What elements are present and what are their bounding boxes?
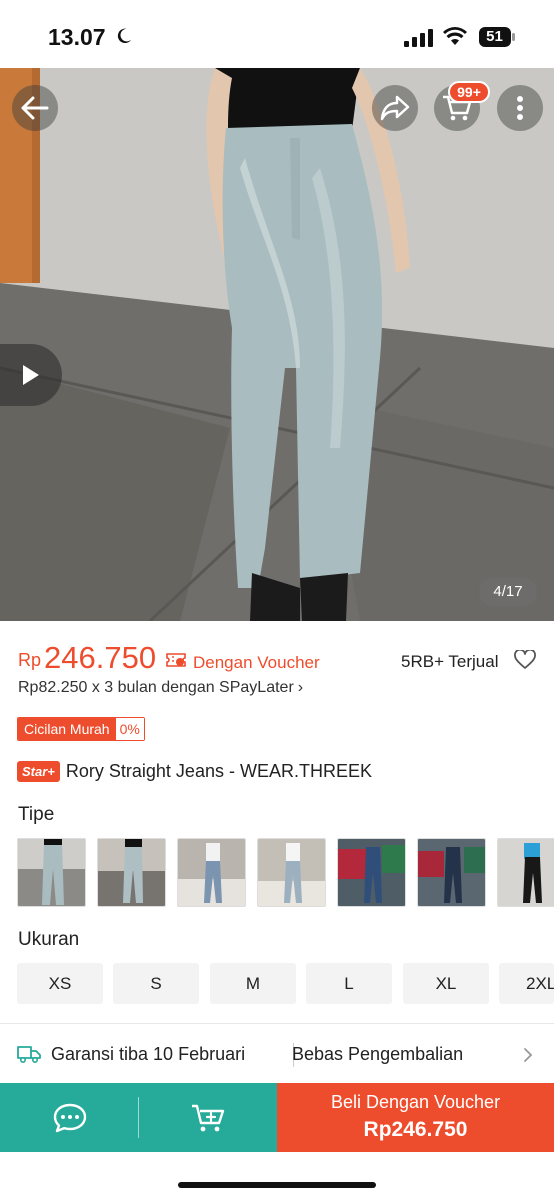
size-option-s[interactable]: S <box>113 963 199 1004</box>
arrow-left-icon <box>21 96 49 120</box>
battery-level: 51 <box>486 28 503 45</box>
size-option-l[interactable]: L <box>306 963 392 1004</box>
sold-count: 5RB+ Terjual <box>401 652 499 671</box>
product-image[interactable]: 99+ 4/17 <box>0 68 554 621</box>
cicilan-percent: 0% <box>115 718 144 740</box>
moon-icon <box>117 28 132 44</box>
paylater-text: Rp82.250 x 3 bulan dengan SPayLater <box>18 679 294 696</box>
ukuran-label: Ukuran <box>18 929 80 950</box>
size-option-m[interactable]: M <box>210 963 296 1004</box>
size-option-xl[interactable]: XL <box>403 963 489 1004</box>
chat-icon <box>53 1103 86 1132</box>
chevron-right-icon <box>524 1048 533 1062</box>
free-returns: Bebas Pengembalian <box>292 1044 464 1064</box>
variant-thumb[interactable] <box>337 838 406 907</box>
more-vertical-icon <box>517 96 523 120</box>
shipping-guarantee: Garansi tiba 10 Februari <box>51 1044 246 1064</box>
status-time: 13.07 <box>48 24 106 50</box>
buy-with-voucher-button[interactable]: Beli Dengan Voucher Rp246.750 <box>277 1083 554 1152</box>
variant-thumb[interactable] <box>177 838 246 907</box>
price-value: 246.750 <box>44 640 157 675</box>
product-photo <box>0 68 554 621</box>
battery-indicator: 51 <box>478 26 516 48</box>
chevron-right-icon: › <box>297 679 304 696</box>
product-title-row: Star+ Rory Straight Jeans - WEAR.THREEK <box>17 761 372 782</box>
voucher-label[interactable]: Dengan Voucher <box>193 653 320 673</box>
more-options-button[interactable] <box>497 85 543 131</box>
play-video-button[interactable] <box>0 344 62 406</box>
shipping-row[interactable]: Garansi tiba 10 Februari Bebas Pengembal… <box>17 1035 537 1075</box>
variant-thumb[interactable] <box>257 838 326 907</box>
variant-list <box>17 838 554 908</box>
variant-thumb[interactable] <box>17 838 86 907</box>
add-cart-icon <box>192 1104 225 1131</box>
wifi-icon <box>443 27 467 45</box>
product-title: Rory Straight Jeans - WEAR.THREEK <box>65 761 372 781</box>
divider <box>0 1023 554 1024</box>
variant-thumb[interactable] <box>497 838 554 907</box>
paylater-info[interactable]: Rp82.250 x 3 bulan dengan SPayLater › <box>18 679 303 697</box>
size-option-2xl[interactable]: 2XL <box>499 963 554 1004</box>
tipe-label: Tipe <box>18 804 55 825</box>
buy-button-price: Rp246.750 <box>363 1118 468 1141</box>
chat-button[interactable] <box>0 1083 139 1152</box>
size-option-xs[interactable]: XS <box>17 963 103 1004</box>
add-to-cart-button[interactable] <box>139 1083 277 1152</box>
back-button[interactable] <box>12 85 58 131</box>
size-list: XS S M L XL 2XL <box>17 963 554 1005</box>
cart-count-badge: 99+ <box>448 81 490 103</box>
star-plus-badge: Star+ <box>17 761 60 782</box>
voucher-icon <box>166 653 186 667</box>
price-currency: Rp <box>18 650 42 670</box>
home-indicator[interactable] <box>178 1182 376 1188</box>
buy-button-label: Beli Dengan Voucher <box>330 1092 501 1112</box>
variant-thumb[interactable] <box>417 838 486 907</box>
bottom-action-bar: Beli Dengan Voucher Rp246.750 <box>0 1083 554 1152</box>
truck-icon <box>17 1046 41 1063</box>
status-bar: 13.07 51 <box>0 0 554 68</box>
image-counter: 4/17 <box>479 578 537 606</box>
play-icon <box>23 365 39 385</box>
signal-icon <box>404 29 433 47</box>
cicilan-badge: Cicilan Murah 0% <box>17 717 145 741</box>
heart-icon[interactable] <box>514 650 536 670</box>
share-button[interactable] <box>372 85 418 131</box>
cicilan-label: Cicilan Murah <box>18 718 116 740</box>
price-row: Rp 246.750 Dengan Voucher 5RB+ Terjual <box>18 640 538 676</box>
share-icon <box>380 95 410 121</box>
variant-thumb[interactable] <box>97 838 166 907</box>
